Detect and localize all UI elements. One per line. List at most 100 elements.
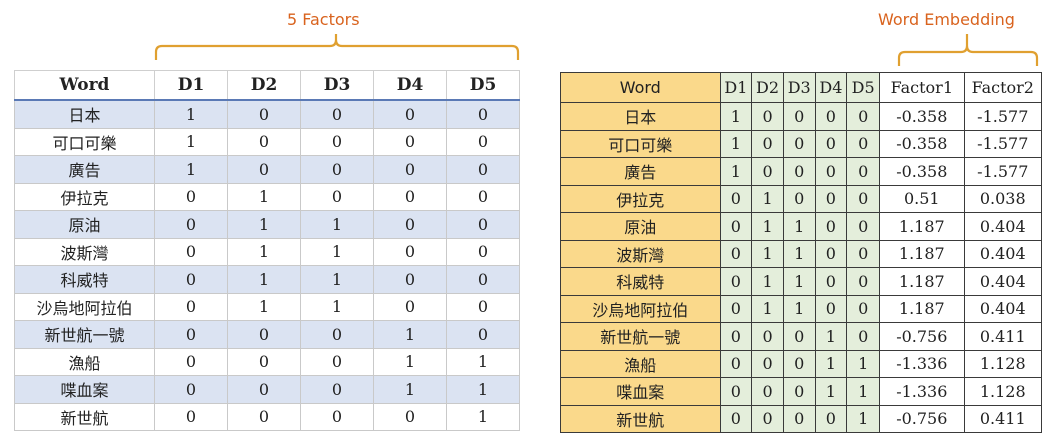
dimension-cell: 0 <box>719 267 753 296</box>
left-table-row: 波斯灣 0 1 1 0 0 <box>14 237 520 266</box>
five-factors-brace <box>154 34 520 60</box>
value-cell: 0 <box>154 320 228 349</box>
value-cell: 1 <box>300 292 374 321</box>
dimension-cell: 1 <box>751 239 784 268</box>
left-header-d3: D3 <box>300 70 374 101</box>
value-cell: 0 <box>227 375 301 404</box>
dimension-cell: 0 <box>719 184 753 213</box>
dimension-cell: 1 <box>782 267 816 296</box>
left-header-word: Word <box>14 70 155 101</box>
right-table-row: 科威特 0 1 1 0 0 1.187 0.404 <box>560 267 1043 296</box>
value-cell: 0 <box>446 99 520 129</box>
right-table-row: 原油 0 1 1 0 0 1.187 0.404 <box>560 212 1043 241</box>
value-cell: 1 <box>227 292 301 321</box>
word-cell: 可口可樂 <box>14 127 155 156</box>
dimension-cell: 0 <box>719 349 753 378</box>
dimension-cell: 0 <box>814 239 848 268</box>
word-cell: 喋血案 <box>14 375 155 404</box>
dimension-cell: 0 <box>751 322 784 351</box>
dimension-cell: 0 <box>719 377 753 406</box>
value-cell: 1 <box>227 210 301 239</box>
dimension-cell: 0 <box>782 157 816 186</box>
dimension-cell: 0 <box>846 267 881 296</box>
value-cell: 0 <box>373 99 447 129</box>
value-cell: 0 <box>227 402 301 431</box>
factor-cell: 0.404 <box>963 239 1043 268</box>
factor-cell: -1.577 <box>963 102 1043 131</box>
dimension-cell: 0 <box>846 129 881 158</box>
left-header-d1: D1 <box>154 70 228 101</box>
dimension-cell: 0 <box>814 212 848 241</box>
word-cell: 日本 <box>14 99 155 129</box>
factor-cell: 1.187 <box>879 239 965 268</box>
word-cell: 原油 <box>560 212 721 241</box>
value-cell: 1 <box>227 265 301 294</box>
factor-cell: -0.358 <box>879 157 965 186</box>
left-table-row: 廣告 1 0 0 0 0 <box>14 155 520 184</box>
value-cell: 0 <box>154 402 228 431</box>
value-cell: 0 <box>300 347 374 376</box>
factor-cell: 1.187 <box>879 212 965 241</box>
word-cell: 喋血案 <box>560 377 721 406</box>
value-cell: 0 <box>154 375 228 404</box>
value-cell: 0 <box>373 402 447 431</box>
value-cell: 1 <box>300 265 374 294</box>
value-cell: 0 <box>300 320 374 349</box>
dimension-cell: 0 <box>782 102 816 131</box>
value-cell: 0 <box>300 127 374 156</box>
right-header-factor1: Factor1 <box>879 72 965 103</box>
right-table-row: 伊拉克 0 1 0 0 0 0.51 0.038 <box>560 184 1043 213</box>
dimension-cell: 0 <box>846 184 881 213</box>
value-cell: 0 <box>373 265 447 294</box>
factor-cell: -0.358 <box>879 129 965 158</box>
right-header-d5: D5 <box>846 72 881 103</box>
dimension-cell: 0 <box>719 294 753 323</box>
dimension-cell: 0 <box>814 102 848 131</box>
dimension-cell: 1 <box>719 157 753 186</box>
left-table-row: 漁船 0 0 0 1 1 <box>14 347 520 376</box>
dimension-cell: 1 <box>846 404 881 433</box>
value-cell: 1 <box>227 182 301 211</box>
value-cell: 0 <box>373 155 447 184</box>
dimension-cell: 1 <box>814 349 848 378</box>
factor-cell: -1.577 <box>963 129 1043 158</box>
factor-cell: 0.411 <box>963 322 1043 351</box>
factor-cell: 0.404 <box>963 267 1043 296</box>
word-cell: 新世航一號 <box>560 322 721 351</box>
dimension-cell: 0 <box>782 404 816 433</box>
word-cell: 沙烏地阿拉伯 <box>14 292 155 321</box>
right-table-row: 新世航 0 0 0 0 1 -0.756 0.411 <box>560 404 1043 433</box>
value-cell: 1 <box>300 237 374 266</box>
dimension-cell: 0 <box>751 157 784 186</box>
value-cell: 1 <box>154 155 228 184</box>
right-header-d1: D1 <box>719 72 753 103</box>
word-cell: 伊拉克 <box>560 184 721 213</box>
right-table-row: 日本 1 0 0 0 0 -0.358 -1.577 <box>560 102 1043 131</box>
word-cell: 沙烏地阿拉伯 <box>560 294 721 323</box>
dimension-cell: 0 <box>814 404 848 433</box>
left-table-row: 喋血案 0 0 0 1 1 <box>14 375 520 404</box>
value-cell: 1 <box>300 210 374 239</box>
dimension-cell: 0 <box>751 404 784 433</box>
value-cell: 1 <box>373 320 447 349</box>
left-header-d2: D2 <box>227 70 301 101</box>
dimension-cell: 1 <box>782 239 816 268</box>
dimension-cell: 1 <box>719 129 753 158</box>
word-embedding-label: Word Embedding <box>878 10 1015 29</box>
dimension-cell: 0 <box>719 322 753 351</box>
dimension-cell: 0 <box>814 294 848 323</box>
value-cell: 0 <box>154 210 228 239</box>
right-header-word: Word <box>560 72 721 103</box>
dimension-cell: 0 <box>751 129 784 158</box>
word-cell: 波斯灣 <box>560 239 721 268</box>
word-embedding-brace <box>897 34 1039 66</box>
dimension-cell: 0 <box>846 294 881 323</box>
word-cell: 漁船 <box>14 347 155 376</box>
value-cell: 0 <box>446 210 520 239</box>
word-cell: 廣告 <box>560 157 721 186</box>
right-table-row: 沙烏地阿拉伯 0 1 1 0 0 1.187 0.404 <box>560 294 1043 323</box>
value-cell: 0 <box>373 210 447 239</box>
factor-cell: -0.756 <box>879 322 965 351</box>
value-cell: 1 <box>227 237 301 266</box>
value-cell: 0 <box>227 155 301 184</box>
